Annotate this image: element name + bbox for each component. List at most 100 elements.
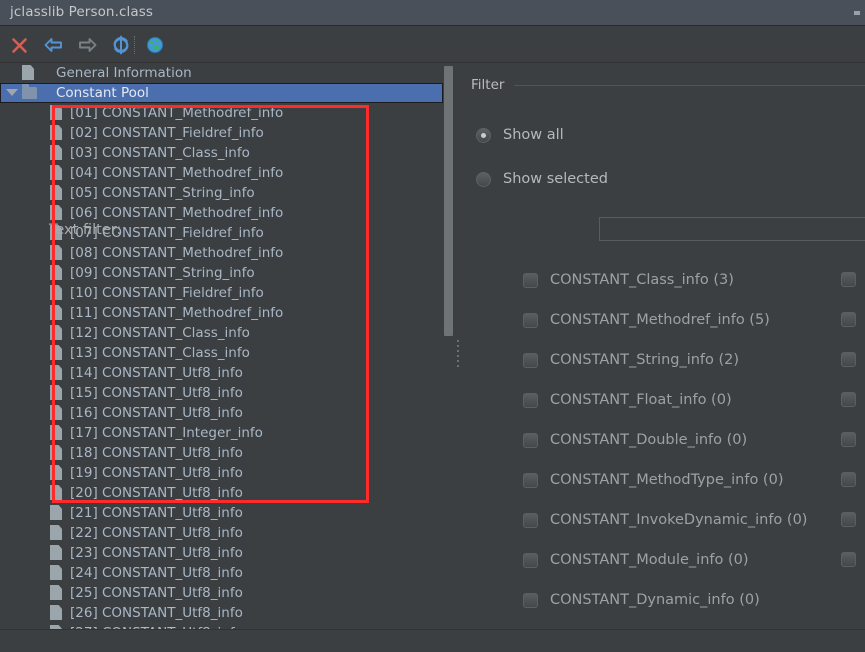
tree-node-constant-entry[interactable]: [26] CONSTANT_Utf8_info bbox=[0, 603, 443, 623]
tree-node-constant-entry[interactable]: [25] CONSTANT_Utf8_info bbox=[0, 583, 443, 603]
tree-node-constant-entry[interactable]: [20] CONSTANT_Utf8_info bbox=[0, 483, 443, 503]
constant-type-checkbox[interactable] bbox=[523, 352, 538, 368]
constant-type-checkbox[interactable] bbox=[523, 392, 538, 408]
constant-type-checkbox[interactable] bbox=[523, 432, 538, 448]
constant-type-checkbox[interactable] bbox=[523, 472, 538, 488]
tree-node-constant-entry[interactable]: [12] CONSTANT_Class_info bbox=[0, 323, 443, 343]
tree-node-constant-entry[interactable]: [04] CONSTANT_Methodref_info bbox=[0, 163, 443, 183]
tree-node-root[interactable]: Constant Pool bbox=[0, 83, 443, 103]
constant-type-checkbox[interactable] bbox=[523, 592, 538, 608]
radio-show-selected[interactable]: Show selected bbox=[476, 171, 608, 187]
constant-type-checkbox-secondary[interactable] bbox=[841, 512, 856, 527]
document-icon bbox=[22, 65, 34, 80]
toolbar-separator bbox=[134, 36, 135, 54]
tree-node-label: [02] CONSTANT_Fieldref_info bbox=[70, 125, 264, 141]
tree-node-label: [26] CONSTANT_Utf8_info bbox=[70, 605, 243, 621]
status-bar bbox=[0, 629, 865, 652]
document-icon bbox=[50, 305, 62, 320]
tree-node-constant-entry[interactable]: [16] CONSTANT_Utf8_info bbox=[0, 403, 443, 423]
tree-node-label: [23] CONSTANT_Utf8_info bbox=[70, 545, 243, 561]
tree-node-constant-entry[interactable]: [01] CONSTANT_Methodref_info bbox=[0, 103, 443, 123]
constant-type-label: CONSTANT_Dynamic_info (0) bbox=[550, 592, 760, 608]
tree-node-label: [04] CONSTANT_Methodref_info bbox=[70, 165, 284, 181]
radio-show-selected-indicator[interactable] bbox=[476, 171, 491, 187]
tree-node-constant-entry[interactable]: [18] CONSTANT_Utf8_info bbox=[0, 443, 443, 463]
constant-type-label: CONSTANT_MethodType_info (0) bbox=[550, 472, 784, 488]
constant-type-checkbox-secondary[interactable] bbox=[841, 272, 856, 287]
tree-node-label: [13] CONSTANT_Class_info bbox=[70, 345, 250, 361]
tree-node-label: [25] CONSTANT_Utf8_info bbox=[70, 585, 243, 601]
tree-node-constant-entry[interactable]: [17] CONSTANT_Integer_info bbox=[0, 423, 443, 443]
constant-type-checkbox[interactable] bbox=[523, 312, 538, 328]
tree-node-constant-entry[interactable]: [21] CONSTANT_Utf8_info bbox=[0, 503, 443, 523]
tree-node-label: [17] CONSTANT_Integer_info bbox=[70, 425, 263, 441]
constant-type-label: CONSTANT_Methodref_info (5) bbox=[550, 312, 770, 328]
tree-node-constant-entry[interactable]: [22] CONSTANT_Utf8_info bbox=[0, 523, 443, 543]
tree-node-constant-entry[interactable]: [09] CONSTANT_String_info bbox=[0, 263, 443, 283]
constant-type-filter-row[interactable]: CONSTANT_Double_info (0) bbox=[523, 432, 747, 448]
radio-show-all-indicator[interactable] bbox=[476, 127, 491, 143]
constant-type-checkbox-secondary[interactable] bbox=[841, 352, 856, 367]
tree-node-constant-entry[interactable]: [10] CONSTANT_Fieldref_info bbox=[0, 283, 443, 303]
document-icon bbox=[50, 585, 62, 600]
constant-type-filter-row[interactable]: CONSTANT_Methodref_info (5) bbox=[523, 312, 770, 328]
document-icon bbox=[50, 425, 62, 440]
tree-node-label: [10] CONSTANT_Fieldref_info bbox=[70, 285, 264, 301]
tree-node-label: [24] CONSTANT_Utf8_info bbox=[70, 565, 243, 581]
constant-type-filter-row[interactable]: CONSTANT_InvokeDynamic_info (0) bbox=[523, 512, 807, 528]
radio-show-selected-label: Show selected bbox=[503, 171, 608, 187]
tree-node-label: General Information bbox=[56, 65, 192, 81]
class-structure-tree[interactable]: General Information Constant Pool [01] CON… bbox=[0, 63, 443, 629]
pane-splitter-grip[interactable] bbox=[457, 340, 460, 370]
tree-node-constant-entry[interactable]: [13] CONSTANT_Class_info bbox=[0, 343, 443, 363]
tree-node-label: [15] CONSTANT_Utf8_info bbox=[70, 385, 243, 401]
tree-node-constant-entry[interactable]: [15] CONSTANT_Utf8_info bbox=[0, 383, 443, 403]
close-icon[interactable] bbox=[6, 33, 32, 57]
tree-node-constant-entry[interactable]: [14] CONSTANT_Utf8_info bbox=[0, 363, 443, 383]
forward-icon[interactable] bbox=[74, 33, 100, 57]
tree-node-root[interactable]: General Information bbox=[0, 63, 443, 83]
constant-type-checkbox-secondary[interactable] bbox=[841, 432, 856, 447]
document-icon bbox=[50, 165, 62, 180]
constant-type-checkbox-secondary[interactable] bbox=[841, 472, 856, 487]
tree-scrollbar-thumb[interactable] bbox=[444, 66, 453, 336]
constant-type-checkbox[interactable] bbox=[523, 512, 538, 528]
constant-type-checkbox-secondary[interactable] bbox=[841, 392, 856, 407]
window-titlebar: jclasslib Person.class bbox=[0, 0, 865, 26]
class-structure-tree-pane[interactable]: General Information Constant Pool [01] CON… bbox=[0, 63, 443, 629]
text-filter-label: Text filter: bbox=[49, 222, 122, 238]
back-icon[interactable] bbox=[40, 33, 66, 57]
radio-show-all-label: Show all bbox=[503, 127, 564, 143]
constant-type-checkbox[interactable] bbox=[523, 552, 538, 568]
constant-type-checkbox[interactable] bbox=[523, 272, 538, 288]
tree-node-label: Constant Pool bbox=[56, 85, 149, 101]
radio-show-all[interactable]: Show all bbox=[476, 127, 564, 143]
tree-node-constant-entry[interactable]: [23] CONSTANT_Utf8_info bbox=[0, 543, 443, 563]
tree-node-constant-entry[interactable]: [24] CONSTANT_Utf8_info bbox=[0, 563, 443, 583]
tree-node-constant-entry[interactable]: [05] CONSTANT_String_info bbox=[0, 183, 443, 203]
constant-type-filter-row[interactable]: CONSTANT_Module_info (0) bbox=[523, 552, 749, 568]
constant-type-checkbox-secondary[interactable] bbox=[841, 552, 856, 567]
constant-type-filter-row[interactable]: CONSTANT_Class_info (3) bbox=[523, 272, 734, 288]
main-toolbar bbox=[0, 27, 865, 63]
text-filter-input[interactable] bbox=[599, 217, 865, 241]
constant-type-checkbox-secondary[interactable] bbox=[841, 312, 856, 327]
chevron-down-icon[interactable] bbox=[6, 89, 18, 96]
constant-type-filter-row[interactable]: CONSTANT_String_info (2) bbox=[523, 352, 739, 368]
constant-type-label: CONSTANT_Module_info (0) bbox=[550, 552, 749, 568]
constant-type-filter-row[interactable]: CONSTANT_Float_info (0) bbox=[523, 392, 732, 408]
document-icon bbox=[50, 465, 62, 480]
tree-node-constant-entry[interactable]: [03] CONSTANT_Class_info bbox=[0, 143, 443, 163]
tree-node-constant-entry[interactable]: [08] CONSTANT_Methodref_info bbox=[0, 243, 443, 263]
tree-node-constant-entry[interactable]: [02] CONSTANT_Fieldref_info bbox=[0, 123, 443, 143]
document-icon bbox=[50, 525, 62, 540]
tree-node-constant-entry[interactable]: [06] CONSTANT_Methodref_info bbox=[0, 203, 443, 223]
reload-icon[interactable] bbox=[108, 33, 134, 57]
window-controls-placeholder[interactable] bbox=[854, 11, 860, 15]
constant-type-filter-row[interactable]: CONSTANT_Dynamic_info (0) bbox=[523, 592, 760, 608]
constant-type-filter-row[interactable]: CONSTANT_MethodType_info (0) bbox=[523, 472, 783, 488]
tree-node-constant-entry[interactable]: [11] CONSTANT_Methodref_info bbox=[0, 303, 443, 323]
tree-node-label: [12] CONSTANT_Class_info bbox=[70, 325, 250, 341]
browse-classpath-globe-icon[interactable] bbox=[142, 33, 168, 57]
tree-node-constant-entry[interactable]: [19] CONSTANT_Utf8_info bbox=[0, 463, 443, 483]
